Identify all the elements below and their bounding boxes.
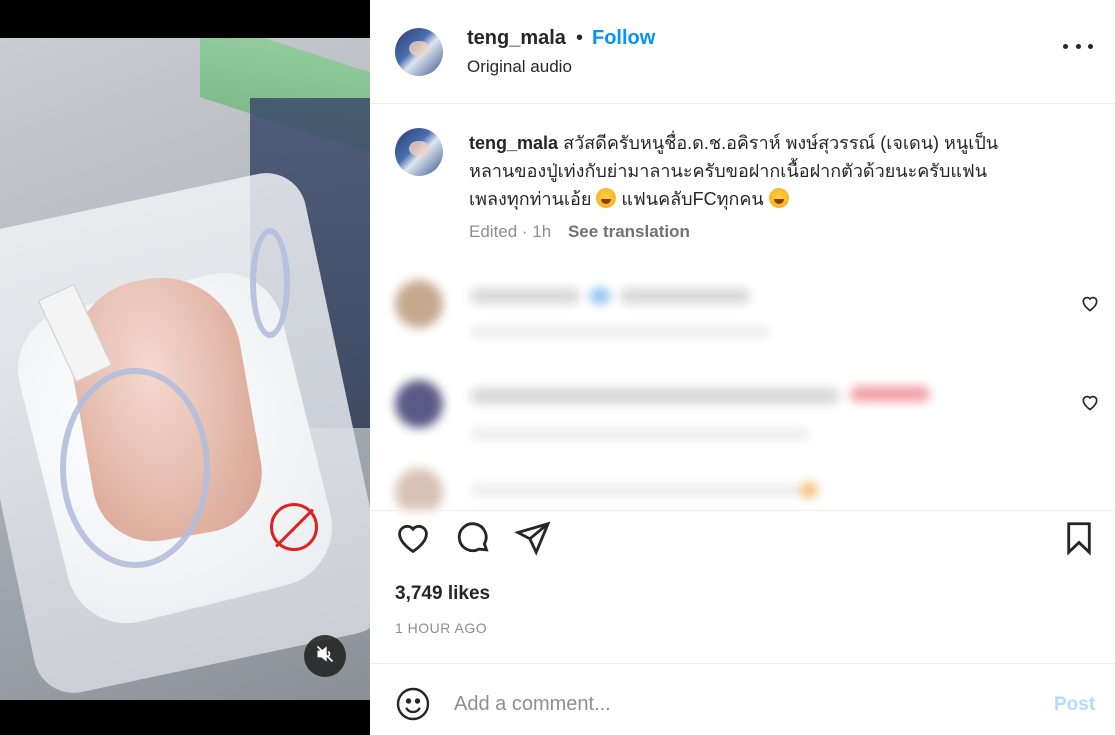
media-panel	[0, 0, 370, 735]
add-comment-bar: Post	[370, 663, 1115, 735]
emoji-picker-icon[interactable]	[395, 686, 431, 722]
comments-list-blurred	[380, 258, 1115, 510]
no-entry-sign	[270, 503, 318, 551]
follow-button[interactable]: Follow	[592, 27, 655, 50]
comment-bubble-icon[interactable]	[454, 519, 494, 559]
video-frame-porthole	[250, 228, 290, 338]
mute-button[interactable]	[304, 635, 346, 677]
caption-username[interactable]: teng_mala	[469, 133, 558, 153]
caption-text: แฟนคลับFCทุกคน	[621, 189, 764, 209]
video-player[interactable]	[0, 38, 370, 700]
caption-text: หลานของปู่เท่งกับย่ามาลานะครับขอฝากเนื้อ…	[469, 161, 988, 181]
see-translation-link[interactable]: See translation	[568, 222, 690, 241]
caption-text: เพลงทุกท่านเอ้ย	[469, 189, 592, 209]
share-paper-plane-icon[interactable]	[514, 519, 554, 559]
action-bar	[370, 510, 1115, 570]
caption-avatar[interactable]	[395, 128, 443, 176]
comment-like-icon[interactable]	[1080, 293, 1100, 313]
more-options-button[interactable]	[1063, 36, 1093, 56]
comment-input[interactable]	[454, 684, 1014, 724]
post-header: teng_mala • Follow Original audio	[370, 0, 1115, 104]
like-heart-icon[interactable]	[394, 519, 434, 559]
more-options-icon	[1063, 43, 1068, 49]
separator-dot: •	[576, 27, 584, 49]
edited-timestamp: Edited · 1h	[469, 222, 552, 241]
caption-meta: Edited · 1h See translation	[469, 222, 690, 242]
header-username[interactable]: teng_mala	[467, 27, 566, 50]
post-timestamp[interactable]: 1 HOUR AGO	[395, 620, 487, 636]
rolling-laughing-emoji-icon	[596, 188, 617, 208]
video-frame-porthole	[60, 368, 210, 568]
post-details: teng_mala • Follow Original audio teng_m…	[370, 0, 1115, 735]
audio-link[interactable]: Original audio	[467, 57, 572, 77]
comment-like-icon[interactable]	[1080, 392, 1100, 412]
comment-avatar	[395, 468, 443, 510]
post-caption: teng_mala สวัสดีครับหนูชื่อ.ด.ช.อคิราห์ …	[469, 129, 1059, 213]
likes-count[interactable]: 3,749 likes	[395, 583, 490, 605]
save-bookmark-icon[interactable]	[1060, 519, 1100, 559]
comment-avatar	[395, 380, 443, 428]
comment-avatar	[395, 280, 443, 328]
speaker-muted-icon	[315, 644, 335, 669]
post-comment-button[interactable]: Post	[1054, 694, 1095, 716]
caption-text: สวัสดีครับหนูชื่อ.ด.ช.อคิราห์ พงษ์สุวรรณ…	[563, 133, 999, 153]
rolling-laughing-emoji-icon	[768, 188, 789, 208]
avatar[interactable]	[395, 28, 443, 76]
